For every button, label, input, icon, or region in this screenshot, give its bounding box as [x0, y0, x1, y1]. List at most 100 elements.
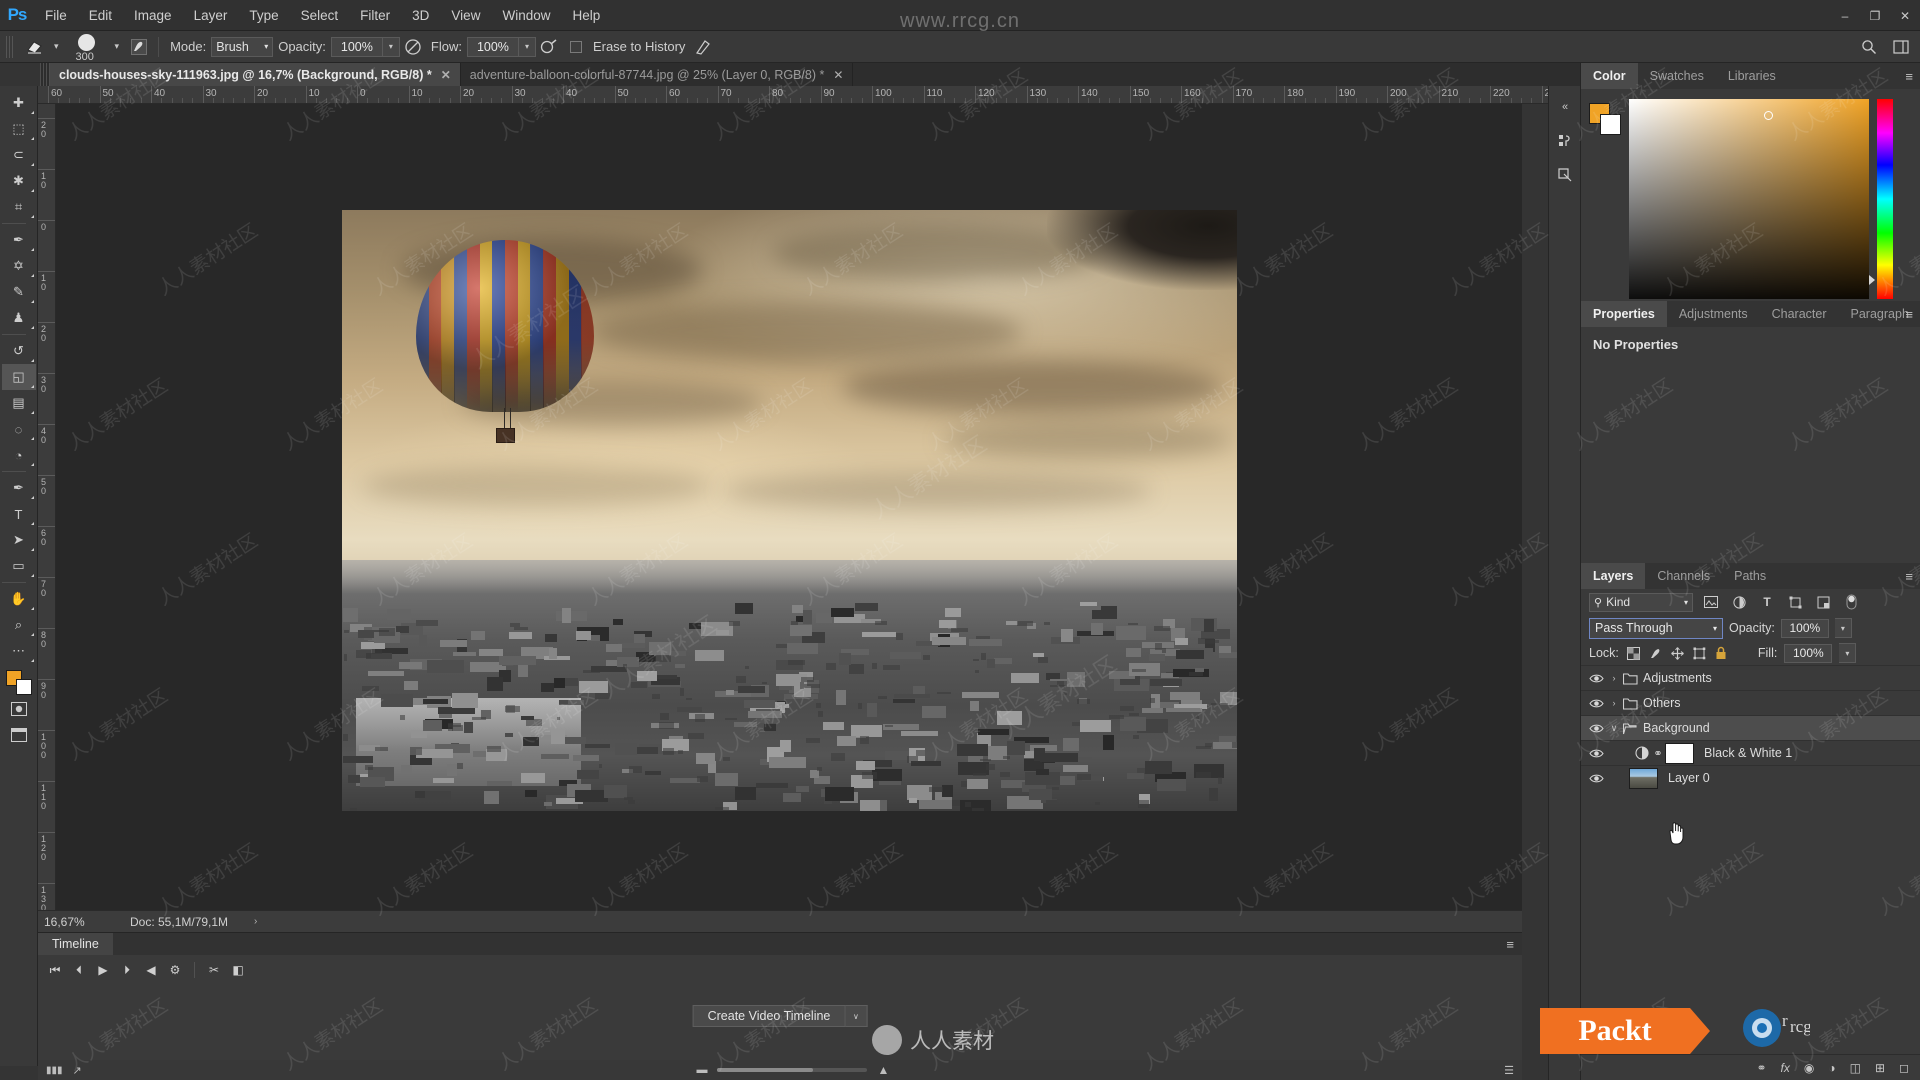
quick-selection-tool[interactable]: ✱: [2, 168, 36, 194]
menu-view[interactable]: View: [440, 0, 491, 31]
layer-row[interactable]: › Others: [1581, 690, 1920, 715]
menu-image[interactable]: Image: [123, 0, 183, 31]
lock-transparent-pixels-icon[interactable]: [1626, 646, 1641, 661]
zoom-level[interactable]: 16,67%: [38, 915, 116, 929]
brush-panel-toggle-icon[interactable]: [126, 34, 152, 60]
tab-bar-grip[interactable]: [40, 63, 50, 86]
color-swatches[interactable]: [4, 668, 34, 696]
blur-tool[interactable]: ◌: [2, 416, 36, 442]
brush-preset-preview[interactable]: 300: [66, 32, 108, 63]
options-bar-grip[interactable]: [6, 35, 15, 58]
blend-mode-select[interactable]: Pass Through ▾: [1589, 617, 1723, 639]
actions-panel-icon[interactable]: [1549, 158, 1581, 192]
play-button[interactable]: ▶: [92, 959, 114, 981]
flow-slider-caret[interactable]: ▾: [518, 36, 536, 57]
color-panel-swatches[interactable]: [1589, 103, 1623, 137]
layer-thumbnail[interactable]: [1629, 767, 1658, 789]
filter-type-icon[interactable]: T: [1757, 593, 1777, 612]
lasso-tool[interactable]: ⊂: [2, 142, 36, 168]
layers-panel-menu-icon[interactable]: ≡: [1905, 569, 1913, 584]
tab-paths[interactable]: Paths: [1722, 563, 1778, 589]
layer-style-icon[interactable]: fx: [1781, 1061, 1790, 1075]
flow-input[interactable]: 100%: [466, 36, 519, 57]
tab-layers[interactable]: Layers: [1581, 563, 1646, 589]
document-artboard[interactable]: 人人素材社区 人人素材社区 人人素材社区 人人素材社区: [342, 210, 1237, 811]
chevron-right-icon[interactable]: ›: [1607, 698, 1621, 708]
close-icon[interactable]: ✕: [441, 68, 451, 82]
menu-edit[interactable]: Edit: [78, 0, 123, 31]
document-tab-secondary[interactable]: adventure-balloon-colorful-87744.jpg @ 2…: [460, 63, 854, 86]
spot-healing-tool[interactable]: ✡: [2, 253, 36, 279]
previous-frame-button[interactable]: ⏴: [68, 959, 90, 981]
tablet-pressure-icon[interactable]: [690, 34, 716, 60]
menu-select[interactable]: Select: [290, 0, 350, 31]
create-video-timeline-button[interactable]: Create Video Timeline: [692, 1005, 846, 1027]
mask-link-icon[interactable]: ⚭: [1651, 747, 1665, 760]
filter-adjustment-icon[interactable]: [1729, 593, 1749, 612]
tab-channels[interactable]: Channels: [1645, 563, 1722, 589]
delete-layer-icon[interactable]: ◻: [1899, 1061, 1909, 1075]
layer-row[interactable]: › Adjustments: [1581, 665, 1920, 690]
layer-visibility-icon[interactable]: [1585, 748, 1607, 759]
maximize-button[interactable]: ❐: [1860, 0, 1890, 31]
type-tool[interactable]: T: [2, 501, 36, 527]
tab-timeline[interactable]: Timeline: [38, 933, 113, 955]
eyedropper-tool[interactable]: ✒: [2, 227, 36, 253]
menu-layer[interactable]: Layer: [183, 0, 239, 31]
clone-stamp-tool[interactable]: ♟: [2, 305, 36, 331]
marquee-tool[interactable]: ⬚: [2, 116, 36, 142]
workspace-switcher-icon[interactable]: [1888, 34, 1914, 60]
layer-filter-kind-select[interactable]: ⚲ Kind ▾: [1589, 592, 1693, 612]
audio-button[interactable]: ◀: [140, 959, 162, 981]
new-adjustment-layer-icon[interactable]: ◑: [1828, 1061, 1835, 1075]
timeline-frame-mode-icon[interactable]: ▮▮▮: [46, 1065, 63, 1076]
filter-toggle-icon[interactable]: [1841, 593, 1861, 612]
layer-visibility-icon[interactable]: [1585, 698, 1607, 709]
new-layer-icon[interactable]: ⊞: [1875, 1061, 1885, 1075]
layer-row[interactable]: ⚭ Black & White 1: [1581, 740, 1920, 765]
dodge-tool[interactable]: ◔: [2, 442, 36, 468]
filter-pixel-icon[interactable]: [1701, 593, 1721, 612]
close-button[interactable]: ✕: [1890, 0, 1920, 31]
timeline-convert-icon[interactable]: ↗: [73, 1064, 82, 1077]
brush-preset-caret[interactable]: ▾: [108, 41, 127, 52]
hue-slider[interactable]: [1877, 99, 1893, 299]
tab-adjustments[interactable]: Adjustments: [1667, 301, 1760, 327]
menu-file[interactable]: File: [34, 0, 78, 31]
opacity-input[interactable]: 100%: [330, 36, 383, 57]
lock-all-icon[interactable]: [1714, 646, 1729, 661]
menu-filter[interactable]: Filter: [349, 0, 401, 31]
properties-panel-menu-icon[interactable]: ≡: [1905, 307, 1913, 322]
layer-fill-input[interactable]: 100%: [1784, 643, 1833, 663]
color-picker-field[interactable]: [1629, 99, 1869, 299]
background-color-swatch[interactable]: [15, 679, 32, 695]
tab-swatches[interactable]: Swatches: [1638, 63, 1716, 89]
color-panel-menu-icon[interactable]: ≡: [1905, 69, 1913, 84]
transition-button[interactable]: ◧: [227, 959, 249, 981]
minimize-button[interactable]: –: [1830, 0, 1860, 31]
eraser-tool[interactable]: ◱: [1, 364, 36, 390]
next-frame-button[interactable]: ⏵: [116, 959, 138, 981]
tab-character[interactable]: Character: [1760, 301, 1839, 327]
lock-position-icon[interactable]: [1670, 646, 1685, 661]
go-to-first-frame-button[interactable]: ⏮: [44, 959, 66, 981]
close-icon[interactable]: ✕: [833, 68, 843, 82]
tab-color[interactable]: Color: [1581, 63, 1638, 89]
zoom-tool[interactable]: ⌕: [2, 612, 36, 638]
layer-fill-caret-icon[interactable]: ▾: [1839, 643, 1857, 663]
layer-opacity-input[interactable]: 100%: [1780, 618, 1829, 638]
create-timeline-caret-icon[interactable]: ∨: [845, 1005, 868, 1027]
filter-smart-object-icon[interactable]: [1813, 593, 1833, 612]
move-tool[interactable]: ✚: [2, 90, 36, 116]
menu-help[interactable]: Help: [561, 0, 611, 31]
brush-tool[interactable]: ✎: [2, 279, 36, 305]
tab-properties[interactable]: Properties: [1581, 301, 1667, 327]
new-group-icon[interactable]: ◫: [1850, 1061, 1861, 1075]
search-icon[interactable]: [1856, 34, 1882, 60]
link-layers-icon[interactable]: ⚭: [1756, 1061, 1766, 1075]
layer-visibility-icon[interactable]: [1585, 673, 1607, 684]
timeline-options-icon[interactable]: ☰: [1504, 1064, 1514, 1077]
dock-collapse-icon[interactable]: «: [1549, 90, 1581, 124]
menu-window[interactable]: Window: [491, 0, 561, 31]
layer-visibility-icon[interactable]: [1585, 773, 1607, 784]
